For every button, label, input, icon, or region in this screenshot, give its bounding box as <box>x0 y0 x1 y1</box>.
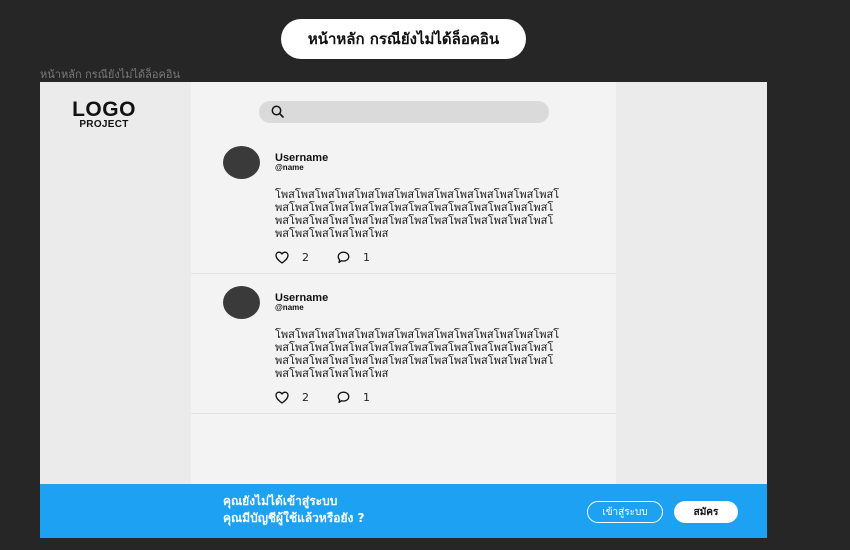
logo[interactable]: LOGO PROJECT <box>64 99 144 130</box>
comment-icon <box>337 251 350 264</box>
post-handle[interactable]: @name <box>275 163 304 173</box>
like-button[interactable]: 2 <box>275 251 309 264</box>
search-icon <box>271 103 284 122</box>
frame-label: หน้าหลัก กรณียังไม่ได้ล็อคอิน <box>40 68 180 81</box>
heart-icon <box>275 251 289 264</box>
like-count: 2 <box>302 390 309 404</box>
login-button[interactable]: เข้าสู่ระบบ <box>587 501 663 523</box>
signup-button[interactable]: สมัคร <box>674 501 738 523</box>
comment-icon <box>337 391 350 404</box>
post-text: โพสโพสโพสโพสโพสโพสโพสโพสโพสโพสโพสโพสโพสโ… <box>275 188 560 240</box>
login-banner: คุณยังไม่ได้เข้าสู่ระบบ คุณมีบัญชีผู้ใช้… <box>40 484 767 538</box>
like-button[interactable]: 2 <box>275 391 309 404</box>
search-input[interactable] <box>290 105 540 119</box>
post-card[interactable]: Username @name โพสโพสโพสโพสโพสโพสโพสโพสโ… <box>191 274 616 414</box>
heart-icon <box>275 391 289 404</box>
feed-column: Username @name โพสโพสโพสโพสโพสโพสโพสโพสโ… <box>191 82 616 538</box>
like-count: 2 <box>302 250 309 264</box>
banner-line-2: คุณมีบัญชีผู้ใช้แล้วหรือยัง ? <box>223 511 365 525</box>
post-handle[interactable]: @name <box>275 303 304 313</box>
logo-subtext: PROJECT <box>79 119 129 130</box>
comment-count: 1 <box>363 390 370 404</box>
avatar[interactable] <box>223 146 260 179</box>
comment-count: 1 <box>363 250 370 264</box>
comment-button[interactable]: 1 <box>337 251 370 264</box>
post-actions: 2 1 <box>275 389 370 405</box>
comment-button[interactable]: 1 <box>337 391 370 404</box>
banner-message: คุณยังไม่ได้เข้าสู่ระบบ คุณมีบัญชีผู้ใช้… <box>223 493 365 527</box>
banner-line-1: คุณยังไม่ได้เข้าสู่ระบบ <box>223 494 338 508</box>
post-card[interactable]: Username @name โพสโพสโพสโพสโพสโพสโพสโพสโ… <box>191 134 616 274</box>
search-bar[interactable] <box>259 101 549 123</box>
page-title: หน้าหลัก กรณียังไม่ได้ล็อคอิน <box>281 19 526 59</box>
avatar[interactable] <box>223 286 260 319</box>
post-text: โพสโพสโพสโพสโพสโพสโพสโพสโพสโพสโพสโพสโพสโ… <box>275 328 560 380</box>
post-actions: 2 1 <box>275 249 370 265</box>
app-frame: LOGO PROJECT Username @name โพสโพสโพสโพส… <box>40 82 767 538</box>
logo-text: LOGO <box>72 98 136 121</box>
